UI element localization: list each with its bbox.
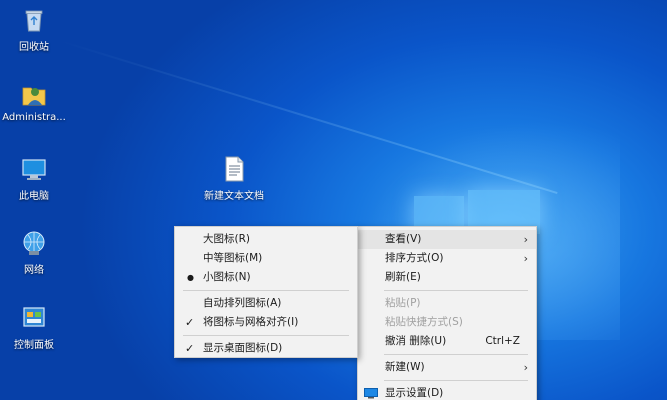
chevron-right-icon: › (523, 233, 528, 246)
recycle-bin-icon (25, 10, 43, 32)
submenu-item-large-icons[interactable]: 大图标(R) (175, 230, 357, 249)
menu-item-label: 中等图标(M) (203, 252, 263, 264)
user-folder-icon (22, 87, 46, 106)
menu-item-label: 新建(W) (385, 361, 425, 373)
menu-item-label: 查看(V) (385, 233, 422, 245)
desktop-icon-label: 新建文本文档 (204, 191, 264, 202)
submenu-item-medium-icons[interactable]: 中等图标(M) (175, 249, 357, 268)
chevron-right-icon: › (523, 361, 528, 374)
computer-icon (22, 159, 46, 180)
menu-separator (384, 354, 528, 355)
menu-item-label: 显示设置(D) (385, 387, 444, 399)
menu-item-display-settings[interactable]: 显示设置(D) (358, 384, 536, 400)
submenu-item-auto-arrange[interactable]: 自动排列图标(A) (175, 294, 357, 313)
menu-item-paste: 粘贴(P) (358, 294, 536, 313)
shortcut-label: Ctrl+Z (485, 335, 520, 347)
desktop-icon-user-folder[interactable]: Administra... (1, 80, 67, 123)
menu-item-label: 撤消 删除(U) (385, 335, 447, 347)
radio-dot-icon: ● (187, 273, 194, 282)
menu-separator (384, 380, 528, 381)
menu-item-sort[interactable]: 排序方式(O) › (358, 249, 536, 268)
light-beam (59, 40, 558, 194)
menu-item-label: 粘贴(P) (385, 297, 421, 309)
desktop-icon-label: 控制面板 (14, 340, 54, 351)
desktop-icon-label: 此电脑 (19, 191, 49, 202)
desktop-icon-network[interactable]: 网络 (1, 229, 67, 276)
desktop-icon-label: 回收站 (19, 42, 49, 53)
menu-item-label: 自动排列图标(A) (203, 297, 282, 309)
menu-item-view[interactable]: 查看(V) › (358, 230, 536, 249)
submenu-item-align-grid[interactable]: ✓ 将图标与网格对齐(I) (175, 313, 357, 332)
text-document-icon (225, 156, 244, 182)
menu-item-label: 小图标(N) (203, 271, 251, 283)
desktop[interactable]: 回收站 Administra... 此电脑 网络 控制面板 新建文本文档 查看(… (0, 0, 667, 400)
checkmark-icon: ✓ (185, 342, 195, 355)
desktop-icon-label: Administra... (2, 112, 66, 123)
menu-separator (384, 290, 528, 291)
view-submenu: 大图标(R) 中等图标(M) ● 小图标(N) 自动排列图标(A) ✓ 将图标与… (174, 226, 358, 358)
menu-item-label: 大图标(R) (203, 233, 250, 245)
submenu-item-small-icons[interactable]: ● 小图标(N) (175, 268, 357, 287)
checkmark-icon: ✓ (185, 316, 195, 329)
control-panel-icon (23, 307, 45, 327)
network-icon (23, 231, 45, 255)
submenu-item-show-desktop-icons[interactable]: ✓ 显示桌面图标(D) (175, 339, 357, 358)
menu-item-label: 粘贴快捷方式(S) (385, 316, 463, 328)
desktop-context-menu: 查看(V) › 排序方式(O) › 刷新(E) 粘贴(P) 粘贴快捷方式(S) … (357, 226, 537, 400)
menu-item-paste-shortcut: 粘贴快捷方式(S) (358, 313, 536, 332)
menu-separator (183, 290, 349, 291)
desktop-icon-recycle-bin[interactable]: 回收站 (1, 6, 67, 53)
menu-item-refresh[interactable]: 刷新(E) (358, 268, 536, 287)
monitor-icon (364, 388, 378, 399)
menu-item-label: 将图标与网格对齐(I) (203, 316, 299, 328)
desktop-icon-label: 网络 (24, 265, 44, 276)
desktop-icon-this-pc[interactable]: 此电脑 (1, 155, 67, 202)
desktop-icon-text-document[interactable]: 新建文本文档 (199, 155, 269, 202)
menu-item-new[interactable]: 新建(W) › (358, 358, 536, 377)
menu-item-label: 排序方式(O) (385, 252, 444, 264)
menu-separator (183, 335, 349, 336)
menu-item-label: 显示桌面图标(D) (203, 342, 283, 354)
menu-item-label: 刷新(E) (385, 271, 421, 283)
menu-item-undo-delete[interactable]: 撤消 删除(U) Ctrl+Z (358, 332, 536, 351)
desktop-icon-control-panel[interactable]: 控制面板 (1, 304, 67, 351)
chevron-right-icon: › (523, 252, 528, 265)
